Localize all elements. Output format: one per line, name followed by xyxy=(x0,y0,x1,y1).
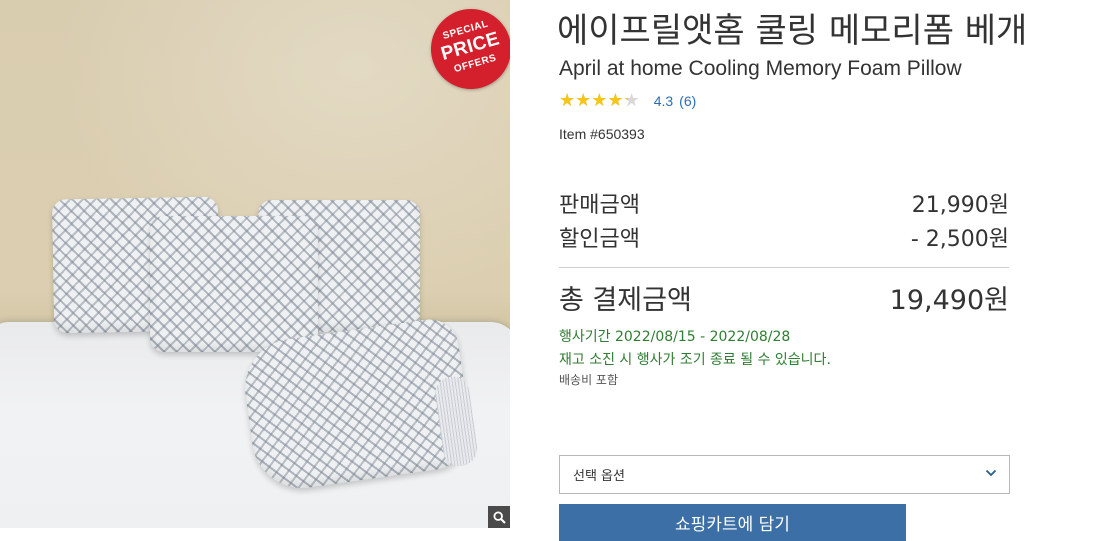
product-image[interactable]: SPECIAL PRICE OFFERS xyxy=(0,0,510,528)
sale-price-label: 판매금액 xyxy=(559,193,640,218)
product-title-english: April at home Cooling Memory Foam Pillow xyxy=(559,57,962,80)
magnifier-icon xyxy=(492,510,506,524)
review-count-link[interactable]: (6) xyxy=(679,93,696,109)
option-select-value: 선택 옵션 xyxy=(573,469,625,484)
total-price-row: 총 결제금액 19,490원 xyxy=(559,280,1009,316)
discount-value: - 2,500원 xyxy=(910,227,1009,252)
item-number: Item #650393 xyxy=(559,126,645,142)
sale-price-row: 판매금액 21,990원 xyxy=(559,186,1009,220)
promo-notice: 재고 소진 시 행사가 조기 종료 될 수 있습니다. xyxy=(559,352,831,368)
discount-row: 할인금액 - 2,500원 xyxy=(559,220,1009,254)
pillow-middle xyxy=(150,216,318,352)
discount-label: 할인금액 xyxy=(559,227,640,252)
total-price-value: 19,490원 xyxy=(889,284,1009,316)
sale-price-value: 21,990원 xyxy=(911,193,1009,218)
price-summary: 판매금액 21,990원 할인금액 - 2,500원 총 결제금액 19,490… xyxy=(559,186,1009,316)
shipping-info: 배송비 포함 xyxy=(559,373,619,387)
product-title-korean: 에이프릴앳홈 쿨링 메모리폼 베개 xyxy=(557,11,1028,51)
price-divider xyxy=(559,267,1009,268)
rating-value[interactable]: 4.3 xyxy=(654,93,673,109)
zoom-button[interactable] xyxy=(488,506,510,528)
total-price-label: 총 결제금액 xyxy=(559,284,692,316)
chevron-down-icon xyxy=(985,469,997,477)
option-select[interactable]: 선택 옵션 xyxy=(559,455,1010,494)
promo-period: 행사기간 2022/08/15 - 2022/08/28 xyxy=(559,329,791,345)
add-to-cart-button[interactable]: 쇼핑카트에 담기 xyxy=(559,504,906,541)
rating-row[interactable]: ★★★★★ ★★★★★ 4.3 (6) xyxy=(559,91,696,111)
star-rating-icon: ★★★★★ ★★★★★ xyxy=(559,90,640,111)
pillow-front-contour xyxy=(238,315,476,495)
